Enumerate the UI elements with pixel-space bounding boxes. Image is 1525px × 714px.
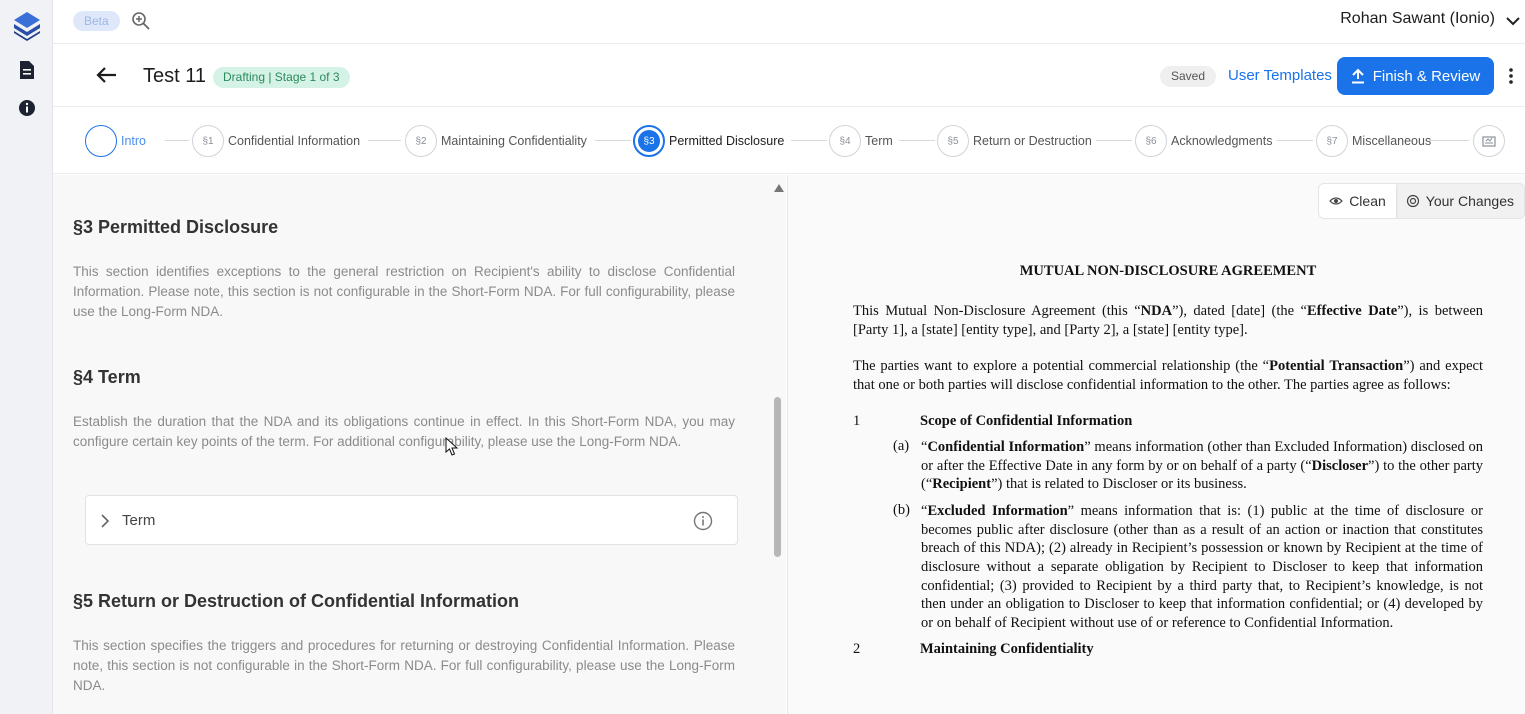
- page-title: Test 11: [143, 65, 206, 87]
- step-intro-label: Intro: [121, 134, 147, 148]
- clean-view-button[interactable]: Clean: [1319, 184, 1396, 218]
- step-maintaining-confidentiality[interactable]: §2 Maintaining Confidentiality: [405, 125, 587, 157]
- info-circle-icon[interactable]: [693, 511, 713, 536]
- more-options-icon[interactable]: [1508, 67, 1514, 90]
- subclause-label: (a): [893, 437, 910, 454]
- step-number: §4: [829, 125, 861, 157]
- subclause-text: “Confidential Information” means informa…: [921, 438, 1483, 493]
- step-number: §7: [1316, 125, 1348, 157]
- clause-title: Scope of Confidential Information: [920, 412, 1133, 429]
- clause-1b: (b) “Excluded Information” means informa…: [853, 502, 1483, 633]
- subclause-label: (b): [893, 501, 910, 518]
- step-intro-circle: [85, 125, 117, 157]
- your-changes-button[interactable]: Your Changes: [1396, 184, 1524, 218]
- stage-badge: Drafting | Stage 1 of 3: [213, 67, 350, 88]
- step-number: §6: [1135, 125, 1167, 157]
- step-number: §1: [192, 125, 224, 157]
- agreement-recital-paragraph: The parties want to explore a potential …: [853, 358, 1484, 394]
- document-preview-pane[interactable]: Clean Your Changes MUTUAL NON-DISCLOSURE…: [787, 175, 1525, 714]
- section-guidance-pane[interactable]: §3 Permitted Disclosure This section ide…: [53, 175, 786, 714]
- your-changes-label: Your Changes: [1425, 193, 1514, 209]
- layers-logo-icon[interactable]: [0, 10, 53, 42]
- subclause-text: “Excluded Information” means information…: [921, 502, 1483, 632]
- eye-icon: [1329, 197, 1344, 205]
- clause-title: Maintaining Confidentiality: [920, 640, 1094, 657]
- top-bar: Beta Rohan Sawant (Ionio): [53, 0, 1525, 44]
- term-accordion-label: Term: [122, 512, 156, 529]
- beta-badge: Beta: [73, 11, 120, 31]
- step-active-ring: §3: [633, 125, 665, 157]
- section-3-heading: §3 Permitted Disclosure: [73, 217, 279, 237]
- user-menu[interactable]: Rohan Sawant (Ionio): [1340, 10, 1495, 28]
- agreement-document: MUTUAL NON-DISCLOSURE AGREEMENT This Mut…: [853, 263, 1483, 666]
- signature-icon: [1473, 125, 1505, 157]
- step-intro[interactable]: Intro: [85, 125, 146, 157]
- clause-number: 2: [853, 640, 861, 657]
- agreement-intro-paragraph: This Mutual Non-Disclosure Agreement (th…: [853, 303, 1484, 338]
- step-term[interactable]: §4 Term: [829, 125, 893, 157]
- step-label: Permitted Disclosure: [669, 134, 785, 148]
- step-number: §5: [937, 125, 969, 157]
- clause-number: 1: [853, 412, 861, 429]
- section-3-description: This section identifies exceptions to th…: [73, 264, 735, 319]
- document-header: Test 11 Drafting | Stage 1 of 3 Saved Us…: [53, 45, 1525, 107]
- step-label: Maintaining Confidentiality: [441, 134, 587, 148]
- left-rail: [0, 0, 53, 714]
- step-miscellaneous[interactable]: §7 Miscellaneous: [1316, 125, 1431, 157]
- zoom-in-icon[interactable]: [131, 11, 151, 36]
- clause-1-heading: 1 Scope of Confidential Information: [853, 413, 1483, 430]
- step-confidential-information[interactable]: §1 Confidential Information: [192, 125, 360, 157]
- upload-icon: [1351, 68, 1364, 84]
- scrollbar-thumb[interactable]: [774, 397, 781, 557]
- section-stepper: Intro §1 Confidential Information §2 Mai…: [53, 108, 1525, 174]
- step-number: §3: [638, 130, 660, 152]
- view-mode-toggle: Clean Your Changes: [1318, 183, 1525, 219]
- user-templates-link[interactable]: User Templates: [1228, 67, 1332, 84]
- clause-2-heading: 2 Maintaining Confidentiality: [853, 641, 1483, 658]
- step-return-or-destruction[interactable]: §5 Return or Destruction: [937, 125, 1092, 157]
- section-4-heading: §4 Term: [73, 367, 141, 387]
- step-acknowledgments[interactable]: §6 Acknowledgments: [1135, 125, 1272, 157]
- scroll-up-arrow-icon[interactable]: [774, 179, 784, 197]
- clause-1a: (a) “Confidential Information” means inf…: [853, 438, 1483, 494]
- term-accordion[interactable]: Term: [85, 495, 738, 545]
- info-icon[interactable]: [0, 99, 53, 117]
- step-number: §2: [405, 125, 437, 157]
- finish-review-label: Finish & Review: [1372, 67, 1481, 85]
- step-permitted-disclosure[interactable]: §3 Permitted Disclosure: [633, 125, 784, 157]
- clean-view-label: Clean: [1349, 193, 1386, 209]
- changes-icon: [1406, 194, 1419, 208]
- section-5-description: This section specifies the triggers and …: [73, 638, 735, 693]
- saved-badge: Saved: [1160, 66, 1217, 87]
- step-label: Return or Destruction: [973, 134, 1092, 148]
- back-arrow-icon[interactable]: [95, 66, 117, 89]
- document-icon[interactable]: [0, 60, 53, 80]
- chevron-right-icon: [100, 513, 110, 534]
- section-4-description: Establish the duration that the NDA and …: [73, 414, 735, 449]
- section-5-heading: §5 Return or Destruction of Confidential…: [73, 591, 520, 611]
- step-label: Miscellaneous: [1352, 134, 1432, 148]
- agreement-title: MUTUAL NON-DISCLOSURE AGREEMENT: [1019, 263, 1317, 279]
- step-label: Confidential Information: [228, 134, 361, 148]
- step-signature[interactable]: [1473, 125, 1505, 157]
- step-label: Acknowledgments: [1171, 134, 1273, 148]
- finish-review-button[interactable]: Finish & Review: [1337, 57, 1494, 95]
- chevron-down-icon[interactable]: [1505, 14, 1521, 32]
- step-label: Term: [865, 134, 893, 148]
- mouse-cursor-icon: [445, 436, 459, 462]
